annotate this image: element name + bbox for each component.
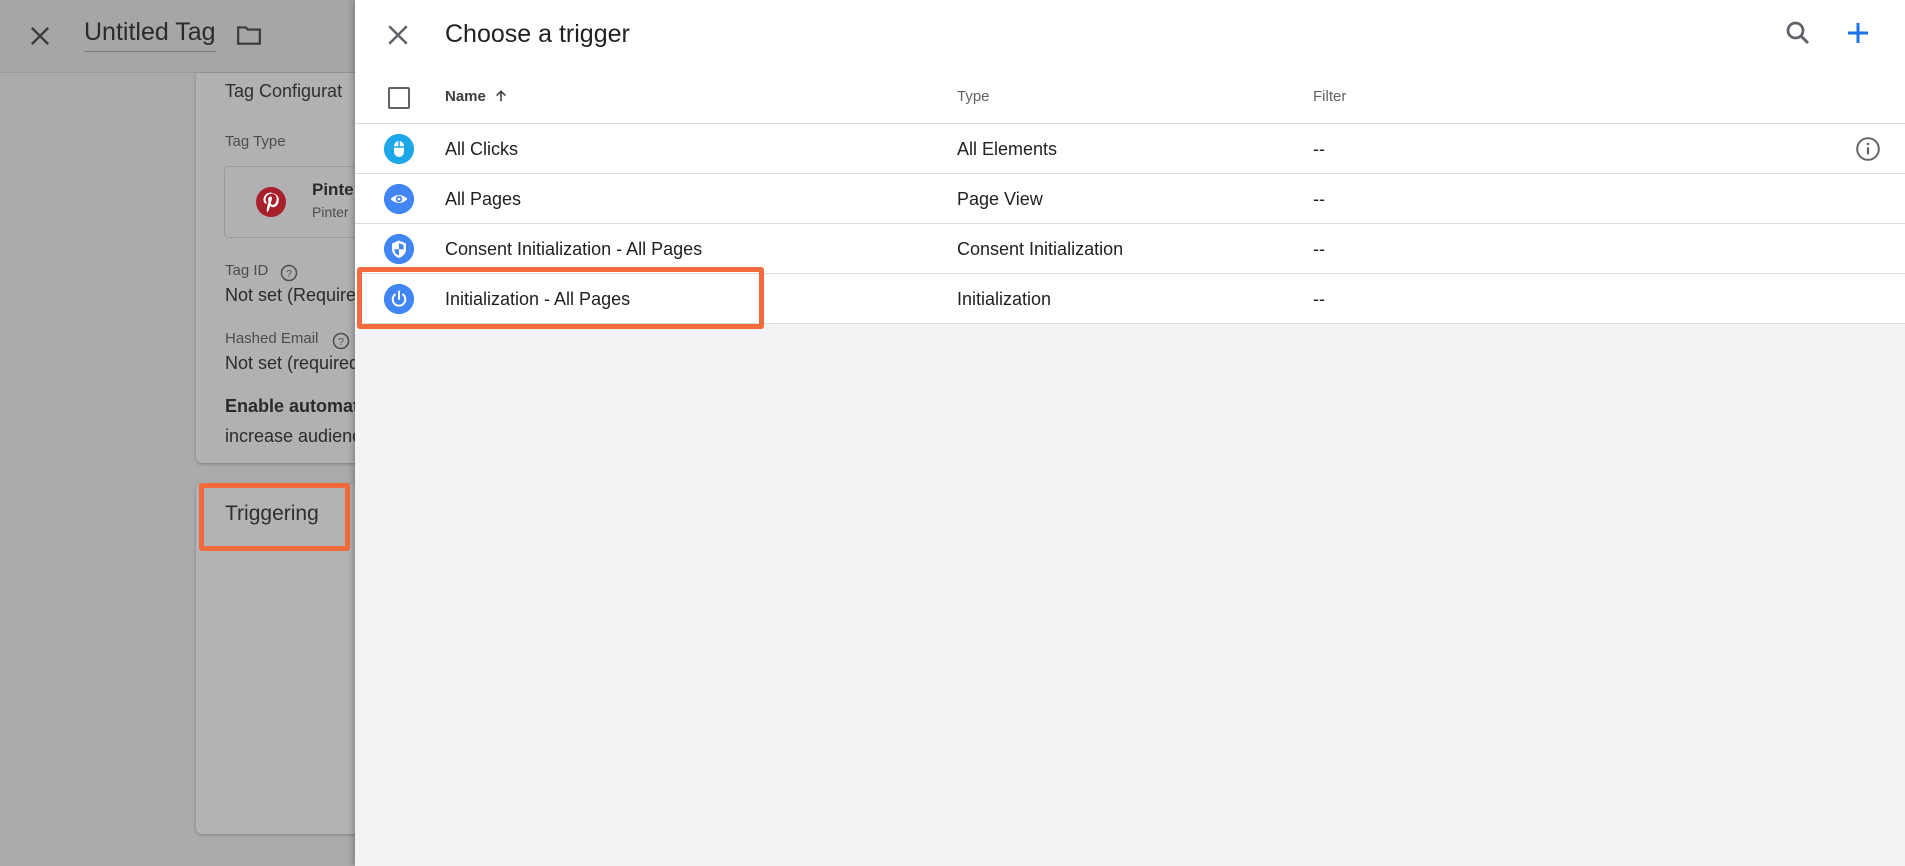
close-icon[interactable]: [383, 20, 413, 50]
mouse-icon: [384, 134, 414, 164]
tag-type-subtitle: Pinter: [312, 204, 349, 220]
svg-text:?: ?: [286, 268, 292, 280]
table-row[interactable]: All Clicks All Elements --: [355, 124, 1905, 174]
table-row[interactable]: All Pages Page View --: [355, 174, 1905, 224]
tag-type-label: Tag Type: [225, 133, 286, 150]
help-icon[interactable]: ?: [280, 264, 298, 282]
close-icon[interactable]: [26, 22, 54, 50]
trigger-type: All Elements: [957, 139, 1058, 159]
select-all-checkbox[interactable]: [388, 87, 410, 109]
search-icon[interactable]: [1783, 18, 1813, 48]
column-header-name[interactable]: Name: [445, 88, 508, 105]
column-header-type[interactable]: Type: [957, 88, 990, 105]
hashed-email-value: Not set (required: [225, 353, 360, 373]
trigger-table: Name Type Filter All Clicks All Elements…: [355, 70, 1905, 324]
help-icon[interactable]: ?: [332, 332, 350, 350]
table-row[interactable]: Consent Initialization - All Pages Conse…: [355, 224, 1905, 274]
folder-icon[interactable]: [235, 22, 263, 48]
trigger-filter: --: [1313, 289, 1325, 309]
trigger-name: Initialization - All Pages: [445, 289, 631, 309]
svg-text:?: ?: [338, 336, 344, 348]
tag-name-field[interactable]: Untitled Tag: [84, 18, 216, 52]
arrow-up-icon: [495, 90, 506, 102]
table-row[interactable]: Initialization - All Pages Initializatio…: [355, 274, 1905, 324]
add-icon[interactable]: [1843, 18, 1873, 48]
choose-trigger-panel: Choose a trigger Name Type Filter All Cl…: [355, 0, 1905, 866]
trigger-name: All Clicks: [445, 139, 519, 159]
info-icon[interactable]: [1855, 136, 1881, 162]
trigger-type: Initialization: [957, 289, 1052, 309]
trigger-name: Consent Initialization - All Pages: [445, 239, 703, 259]
trigger-name: All Pages: [445, 189, 522, 209]
trigger-filter: --: [1313, 189, 1325, 209]
enable-automatic-text: Enable automati: [225, 396, 365, 416]
panel-header: Choose a trigger: [355, 0, 1905, 70]
increase-audience-text: increase audienc: [225, 426, 362, 446]
trigger-type: Consent Initialization: [957, 239, 1124, 259]
pinterest-icon: [256, 187, 286, 217]
tag-id-value: Not set (Require: [225, 285, 357, 305]
trigger-type: Page View: [957, 189, 1043, 209]
panel-title: Choose a trigger: [445, 20, 630, 48]
hashed-email-label: Hashed Email: [225, 330, 319, 347]
tag-type-name: Pinte: [312, 180, 354, 199]
shield-icon: [384, 234, 414, 264]
power-icon: [384, 284, 414, 314]
tag-id-label: Tag ID: [225, 262, 269, 279]
trigger-filter: --: [1313, 239, 1325, 259]
column-header-filter[interactable]: Filter: [1313, 88, 1346, 105]
tag-configuration-title: Tag Configurat: [225, 81, 343, 101]
eye-icon: [384, 184, 414, 214]
table-header: Name Type Filter: [355, 70, 1905, 124]
triggering-title: Triggering: [225, 502, 319, 525]
trigger-filter: --: [1313, 139, 1325, 159]
